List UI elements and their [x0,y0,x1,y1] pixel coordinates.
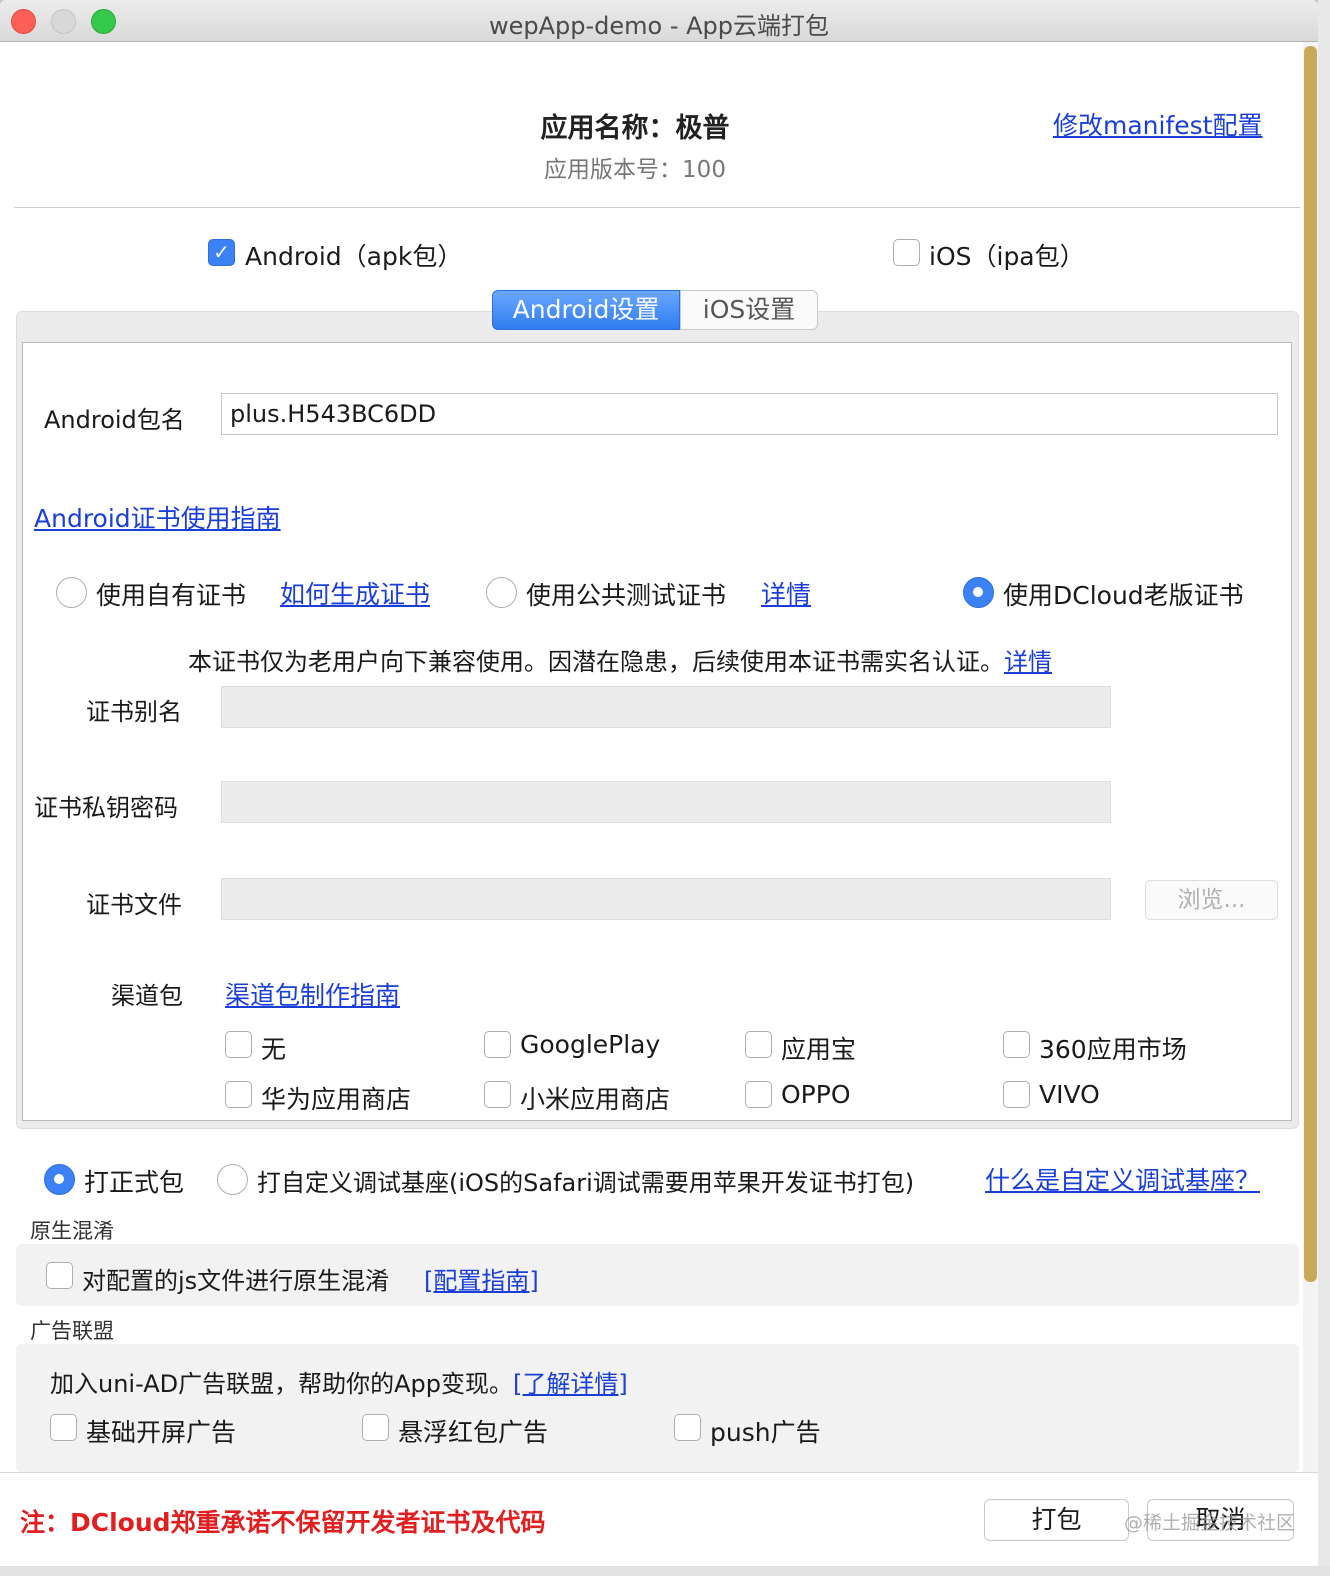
build-release-radio[interactable] [44,1164,75,1195]
obfuscation-title: 原生混淆 [30,1219,114,1243]
channel-checkbox[interactable] [745,1031,772,1058]
ad-checkbox[interactable] [674,1414,701,1441]
divider [14,207,1300,208]
channel-label-huawei: 华为应用商店 [261,1085,412,1114]
cert-alias-input [221,686,1111,728]
background-edge [1318,0,1330,1576]
ad-checkbox[interactable] [362,1414,389,1441]
channel-label-yingyongbao: 应用宝 [781,1035,857,1064]
public-cert-details-link[interactable]: 详情 [761,575,811,611]
ad-checkbox[interactable] [50,1414,77,1441]
cert-dcloud-radio[interactable] [963,577,994,608]
android-cert-guide-link[interactable]: Android证书使用指南 [34,499,281,535]
channel-label-oppo: OPPO [781,1080,851,1109]
package-name-label: Android包名 [44,406,185,434]
build-release-label: 打正式包 [84,1168,185,1197]
channel-label-none: 无 [261,1035,287,1064]
ios-platform-label: iOS（ipa包） [929,242,1085,271]
ad-label-splash: 基础开屏广告 [86,1418,237,1447]
android-platform-checkbox[interactable]: ✓ [208,239,235,266]
cert-notice: 本证书仅为老用户向下兼容使用。因潜在隐患，后续使用本证书需实名认证。详情 [188,642,1052,677]
background-edge [0,1566,1330,1576]
package-name-input[interactable]: plus.H543BC6DD [221,393,1278,435]
tab-android-settings[interactable]: Android设置 [492,290,680,330]
channel-label-googleplay: GooglePlay [520,1030,661,1059]
cert-own-label: 使用自有证书 [96,581,247,610]
app-window: wepApp-demo - App云端打包 应用名称：极普 应用版本号：100 … [0,0,1318,1566]
channel-label-xiaomi: 小米应用商店 [520,1085,671,1114]
channel-checkbox[interactable] [484,1081,511,1108]
ads-description-text: 加入uni-AD广告联盟，帮助你的App变现。 [50,1370,514,1398]
build-custom-radio[interactable] [217,1164,248,1195]
cert-password-label: 证书私钥密码 [34,794,178,822]
obfuscation-checkbox[interactable] [46,1262,73,1289]
channel-checkbox[interactable] [1003,1081,1030,1108]
cert-notice-text: 本证书仅为老用户向下兼容使用。因潜在隐患，后续使用本证书需实名认证。 [188,648,1004,676]
channel-checkbox[interactable] [745,1081,772,1108]
scrollbar-thumb[interactable] [1304,46,1317,1282]
how-generate-cert-link[interactable]: 如何生成证书 [280,575,430,611]
window-title: wepApp-demo - App云端打包 [488,12,830,40]
cert-public-label: 使用公共测试证书 [526,581,727,610]
app-version: 应用版本号：100 [544,157,726,183]
edit-manifest-link[interactable]: 修改manifest配置 [1053,106,1262,142]
cert-public-radio[interactable] [486,577,517,608]
cert-dcloud-label: 使用DCloud老版证书 [1003,581,1244,610]
watermark: @稀土掘金技术社区 [1124,1512,1296,1534]
android-platform-label: Android（apk包） [245,242,463,271]
cert-alias-label: 证书别名 [86,698,182,726]
cert-notice-details-link[interactable]: 详情 [1004,648,1052,676]
channel-checkbox[interactable] [484,1031,511,1058]
ads-title: 广告联盟 [30,1319,114,1343]
custom-base-help-link[interactable]: 什么是自定义调试基座？ [985,1161,1260,1197]
build-custom-label: 打自定义调试基座(iOS的Safari调试需要用苹果开发证书打包) [257,1169,915,1197]
channel-checkbox[interactable] [225,1081,252,1108]
obfuscation-label: 对配置的js文件进行原生混淆 [82,1267,390,1295]
ios-platform-checkbox[interactable] [893,239,920,266]
footer-notice: 注：DCloud郑重承诺不保留开发者证书及代码 [20,1508,546,1537]
ads-details-link[interactable]: [了解详情] [513,1370,628,1398]
ads-description: 加入uni-AD广告联盟，帮助你的App变现。[了解详情] [50,1364,628,1399]
ad-label-redpacket: 悬浮红包广告 [398,1418,549,1447]
channel-checkbox[interactable] [225,1031,252,1058]
obfuscation-guide-link[interactable]: [配置指南] [424,1261,539,1296]
pack-button[interactable]: 打包 [984,1499,1129,1541]
cert-password-input [221,781,1111,823]
cert-file-label: 证书文件 [86,891,182,919]
channel-label: 渠道包 [111,982,183,1010]
cert-file-input [221,878,1111,920]
cert-own-radio[interactable] [56,577,87,608]
browse-button: 浏览... [1145,880,1278,920]
channel-label-vivo: VIVO [1039,1080,1100,1109]
channel-label-360: 360应用市场 [1039,1035,1187,1064]
android-settings-panel [22,342,1292,1121]
title-bar: wepApp-demo - App云端打包 [0,0,1318,42]
channel-checkbox[interactable] [1003,1031,1030,1058]
ad-label-push: push广告 [710,1418,821,1447]
tab-ios-settings[interactable]: iOS设置 [680,290,818,330]
channel-guide-link[interactable]: 渠道包制作指南 [225,976,400,1012]
